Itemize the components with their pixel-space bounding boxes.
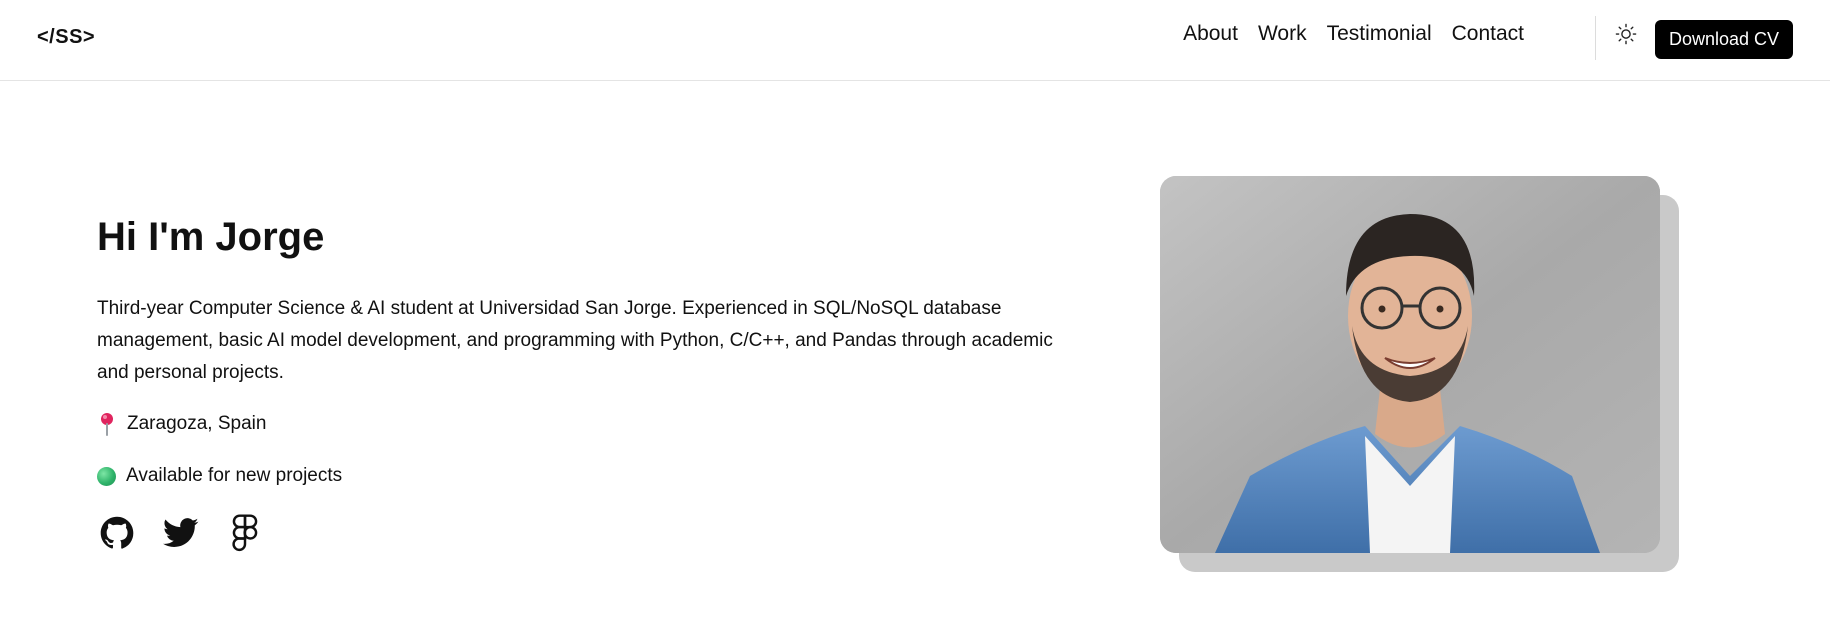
nav-link-work[interactable]: Work [1258,22,1307,46]
pushpin-icon [101,413,113,436]
twitter-link[interactable] [163,514,199,552]
social-links [99,514,263,552]
figma-icon [232,514,258,552]
hero-bio: Third-year Computer Science & AI student… [97,298,1053,383]
location-row: Zaragoza, Spain [97,412,266,436]
nav-link-contact[interactable]: Contact [1452,22,1524,46]
theme-toggle-button[interactable] [1612,20,1640,48]
site-logo[interactable]: </SS> [37,26,95,49]
sun-icon [1615,23,1637,45]
status-dot-icon [97,466,116,486]
hero-title: Hi I'm Jorge [97,215,325,259]
portrait-image [1160,176,1660,553]
github-link[interactable] [99,514,135,552]
main-nav: About Work Testimonial Contact [1183,22,1524,46]
download-cv-button[interactable]: Download CV [1655,20,1793,59]
header-divider [1595,16,1596,60]
twitter-icon [163,518,199,547]
location-text: Zaragoza, Spain [127,413,267,434]
availability-text: Available for new projects [126,465,343,486]
github-icon [100,516,134,549]
availability-row: Available for new projects [97,465,342,487]
site-header: </SS> About Work Testimonial Contact Dow… [0,0,1830,81]
figma-link[interactable] [227,514,263,552]
nav-link-testimonial[interactable]: Testimonial [1327,22,1432,46]
nav-link-about[interactable]: About [1183,22,1238,46]
